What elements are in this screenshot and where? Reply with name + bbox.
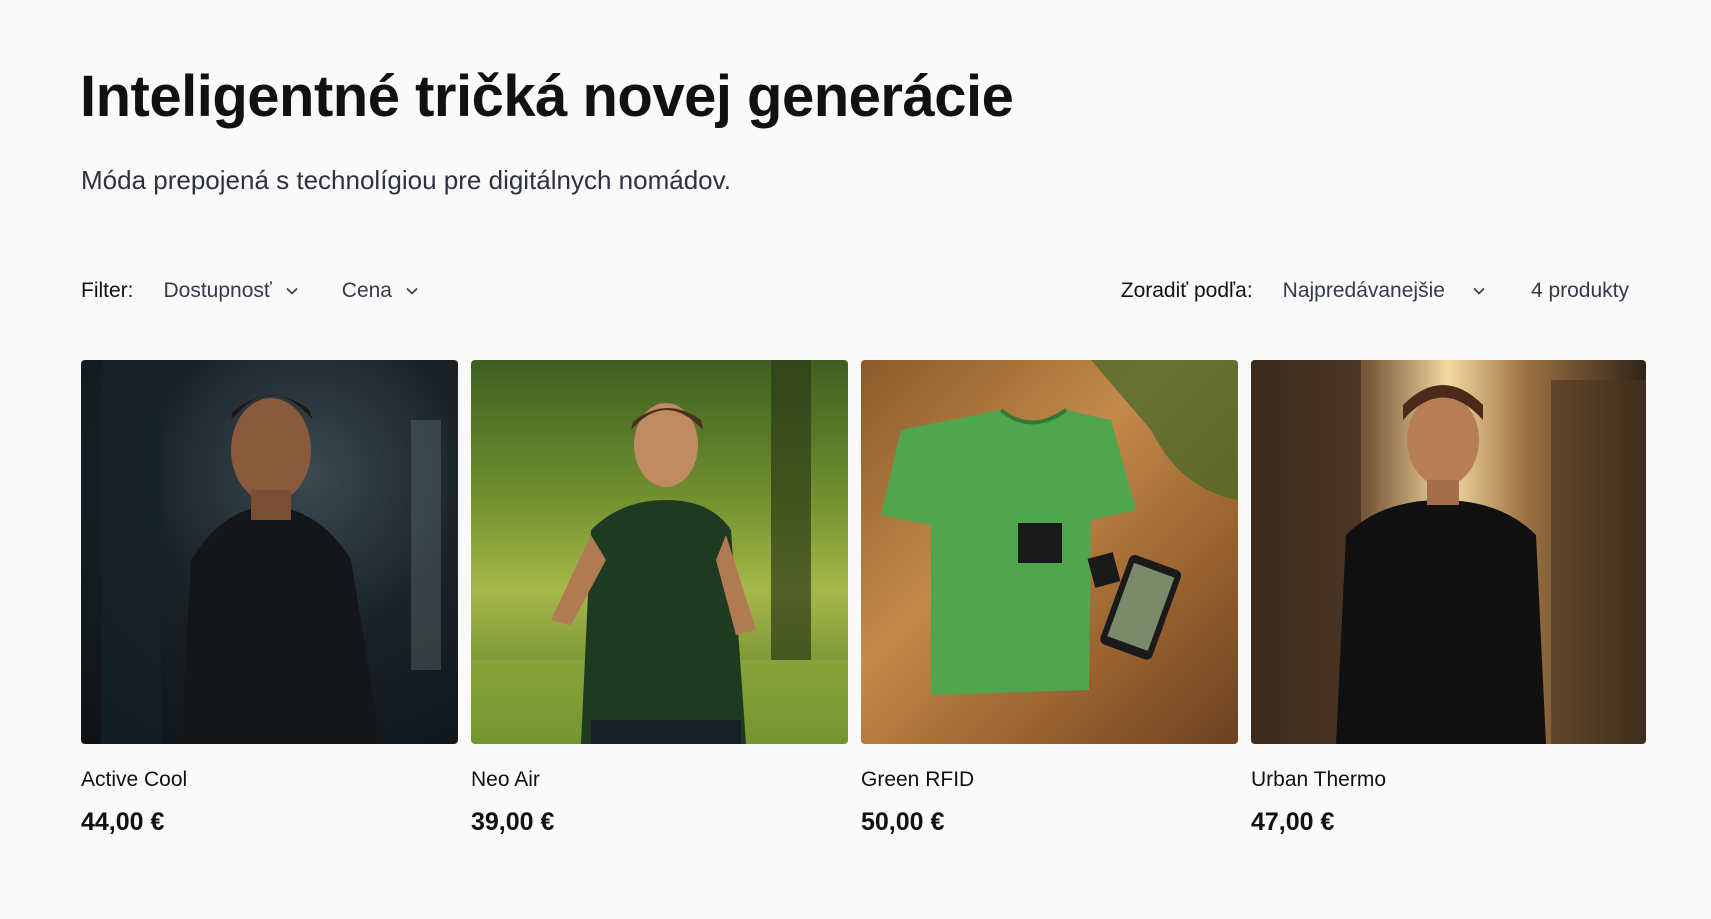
- product-card[interactable]: Urban Thermo 47,00 €: [1251, 360, 1646, 837]
- filter-price-label: Cena: [341, 279, 392, 302]
- product-image[interactable]: [81, 360, 458, 744]
- page-title: Inteligentné tričká novej generácie: [80, 64, 1014, 129]
- sort-label: Zoradiť podľa:: [1120, 279, 1253, 302]
- product-name[interactable]: Neo Air: [471, 766, 848, 793]
- product-image[interactable]: [471, 360, 848, 744]
- product-image[interactable]: [1251, 360, 1646, 744]
- filter-price-dropdown[interactable]: Cena: [342, 279, 418, 303]
- sort-dropdown[interactable]: Najpredávanejšie: [1283, 279, 1485, 303]
- product-name[interactable]: Active Cool: [81, 766, 458, 793]
- page-subtitle: Móda prepojená s technolígiou pre digitá…: [81, 165, 731, 195]
- product-name[interactable]: Green RFID: [861, 766, 1238, 793]
- chevron-down-icon: [1473, 287, 1485, 295]
- chevron-down-icon: [286, 287, 298, 295]
- product-count: 4 produkty: [1530, 279, 1629, 302]
- chevron-down-icon: [406, 287, 418, 295]
- product-price: 50,00 €: [861, 808, 945, 837]
- product-price: 47,00 €: [1251, 808, 1335, 837]
- product-card[interactable]: Neo Air 39,00 €: [471, 360, 848, 837]
- product-image[interactable]: [861, 360, 1238, 744]
- filter-label: Filter:: [81, 279, 134, 302]
- product-grid: Active Cool 44,00 € Neo Air 39,00 € Gree…: [81, 360, 1646, 837]
- filter-availability-label: Dostupnosť: [163, 279, 272, 302]
- product-card[interactable]: Active Cool 44,00 €: [81, 360, 458, 837]
- sort-value: Najpredávanejšie: [1282, 279, 1445, 302]
- product-price: 39,00 €: [471, 808, 555, 837]
- filter-availability-dropdown[interactable]: Dostupnosť: [164, 279, 298, 303]
- product-price: 44,00 €: [81, 808, 165, 837]
- product-card[interactable]: Green RFID 50,00 €: [861, 360, 1238, 837]
- product-name[interactable]: Urban Thermo: [1251, 766, 1646, 793]
- filter-sort-toolbar: Filter: Dostupnosť Cena Zoradiť podľa: N…: [81, 275, 1629, 307]
